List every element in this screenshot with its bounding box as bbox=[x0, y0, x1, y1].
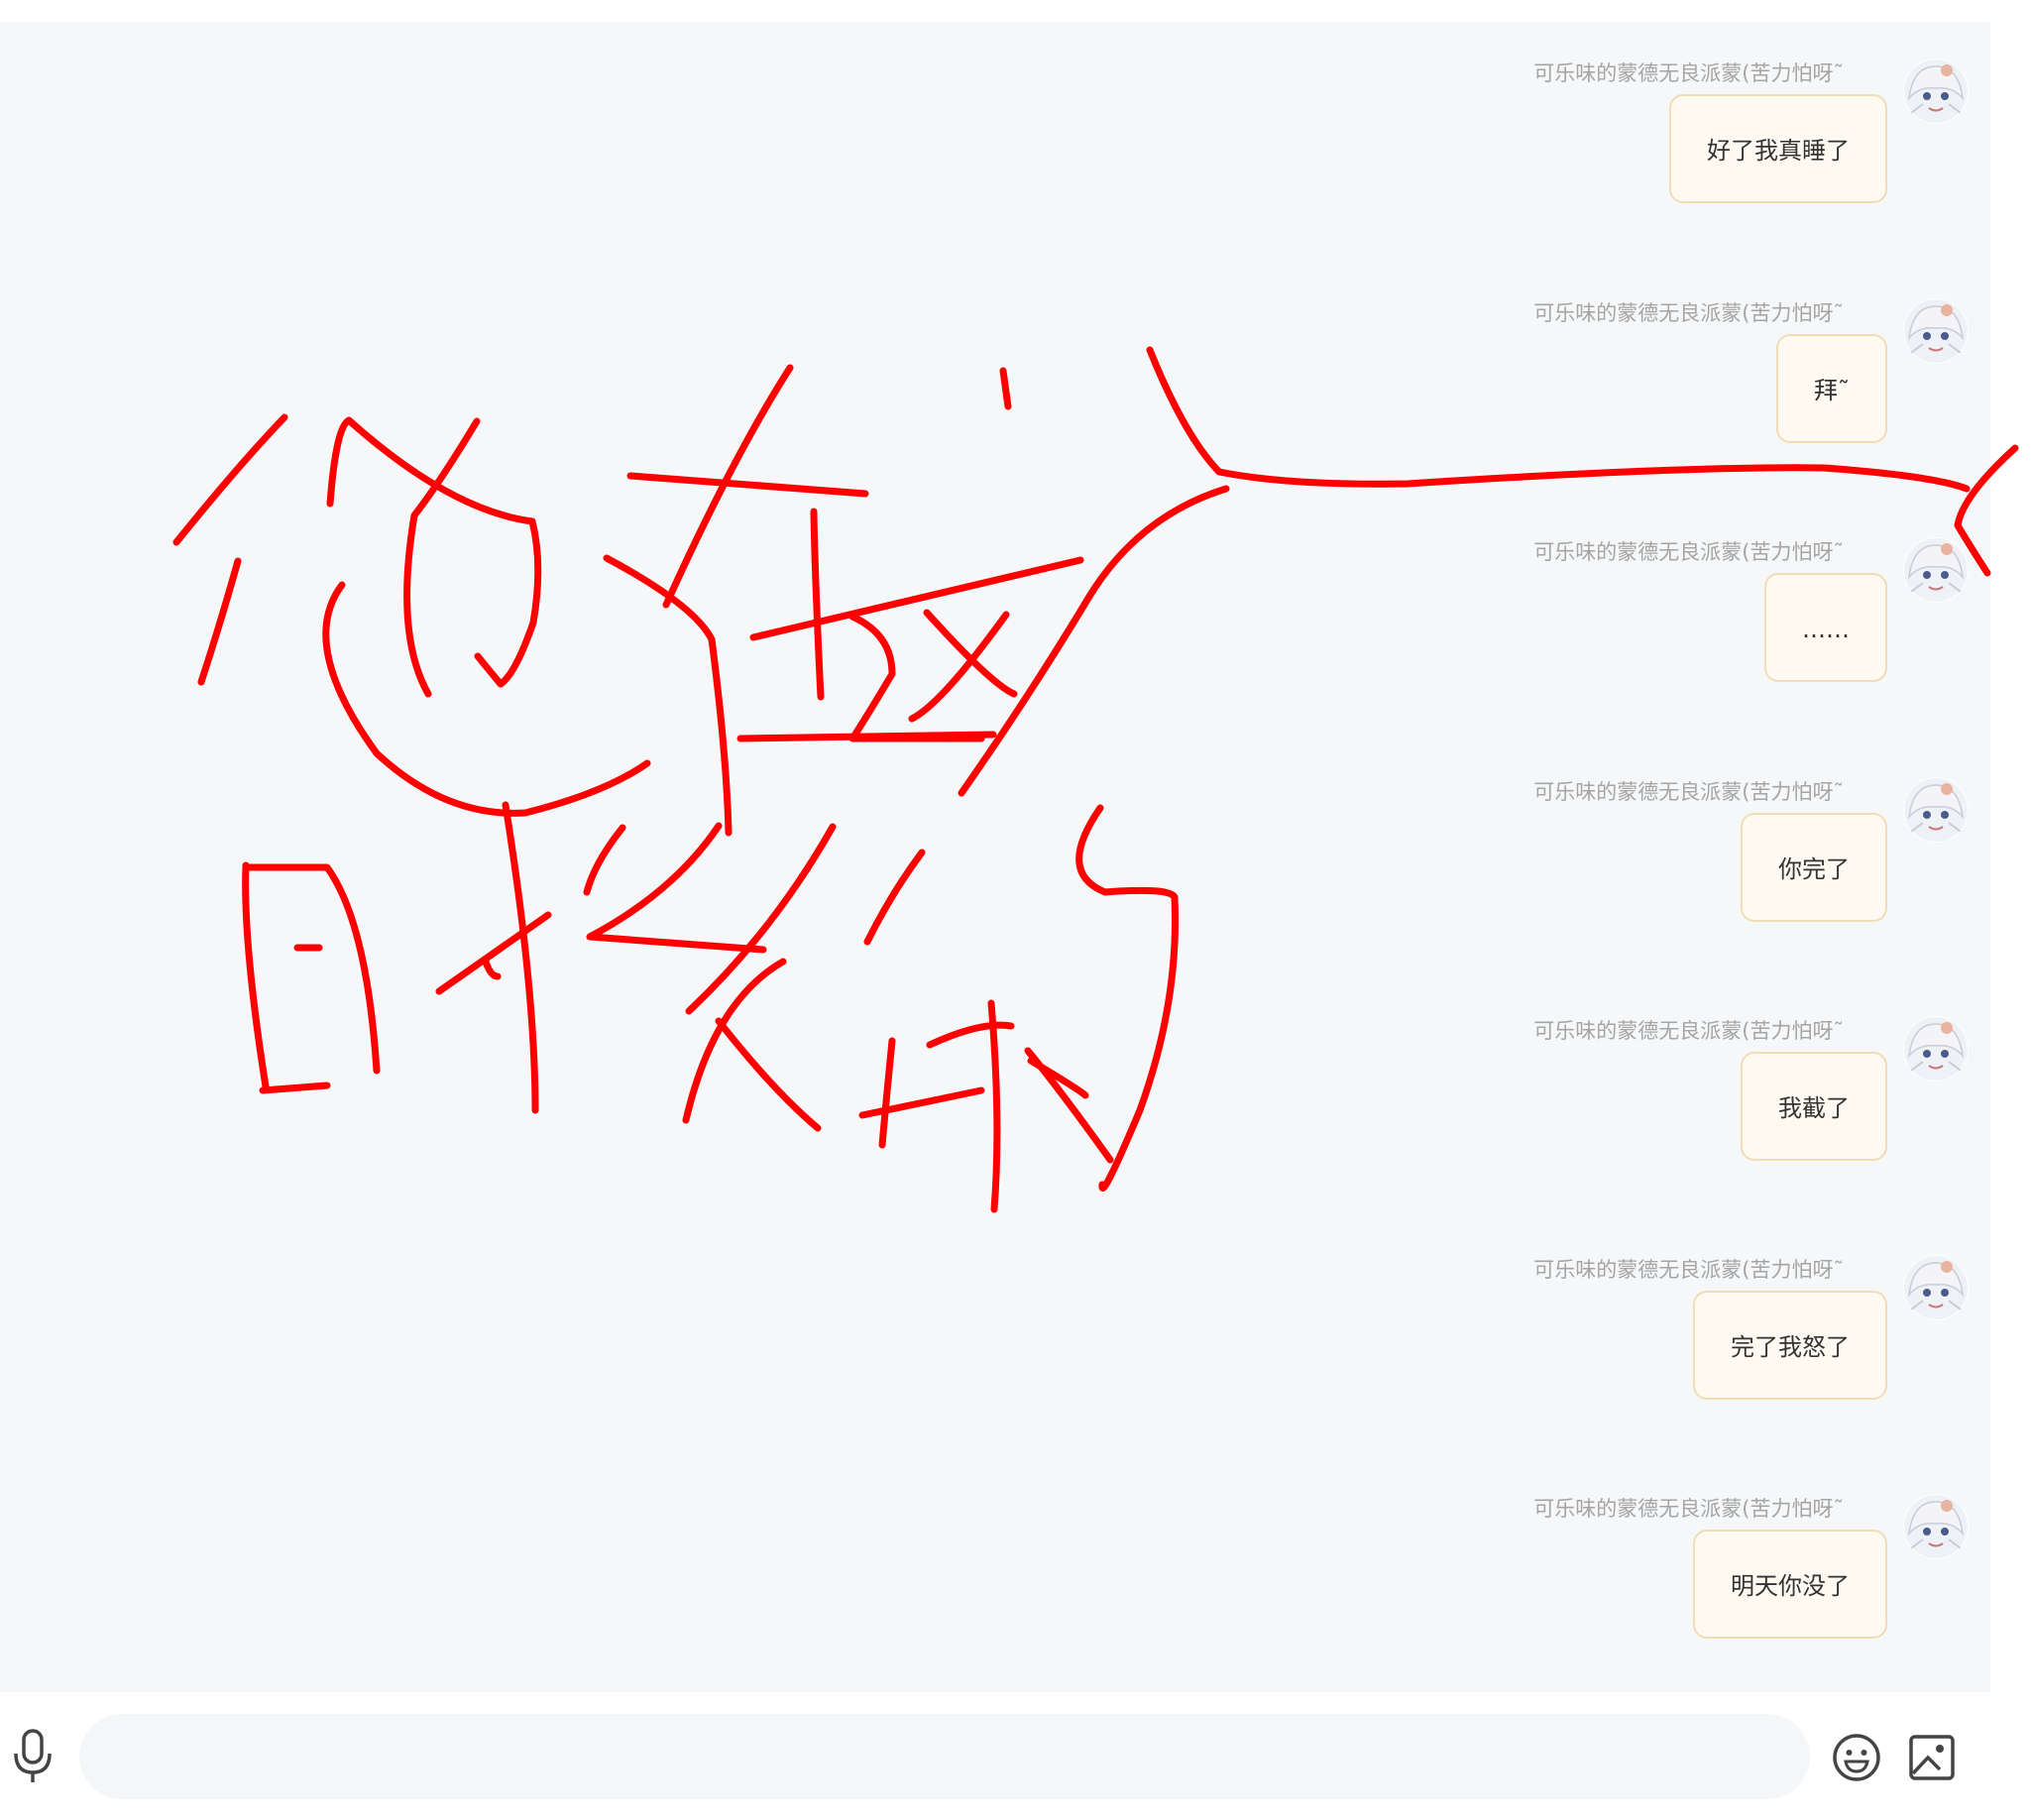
message-bubble[interactable]: 拜˜ bbox=[1776, 334, 1887, 443]
message-row: 可乐味的蒙德无良派蒙(苦力怕呀˜ 好了我真睡了 bbox=[0, 57, 1990, 294]
sender-name: 可乐味的蒙德无良派蒙(苦力怕呀˜ bbox=[1533, 301, 1844, 325]
message-row: 可乐味的蒙德无良派蒙(苦力怕呀˜ 你完了 bbox=[0, 775, 1990, 1013]
sender-name: 可乐味的蒙德无良派蒙(苦力怕呀˜ bbox=[1533, 1019, 1844, 1043]
avatar[interactable] bbox=[1903, 777, 1969, 843]
message-bubble[interactable]: 我截了 bbox=[1741, 1052, 1887, 1161]
sender-name: 可乐味的蒙德无良派蒙(苦力怕呀˜ bbox=[1533, 1497, 1844, 1521]
message-row: 可乐味的蒙德无良派蒙(苦力怕呀˜ 拜˜ bbox=[0, 296, 1990, 534]
message-input[interactable] bbox=[79, 1714, 1810, 1799]
avatar[interactable] bbox=[1903, 1016, 1969, 1081]
message-row: 可乐味的蒙德无良派蒙(苦力怕呀˜ 完了我怒了 bbox=[0, 1253, 1990, 1491]
message-bubble[interactable]: 你完了 bbox=[1741, 813, 1887, 922]
input-bar bbox=[0, 1692, 2031, 1820]
avatar[interactable] bbox=[1903, 298, 1969, 364]
message-bubble[interactable]: 好了我真睡了 bbox=[1669, 94, 1887, 203]
message-row: 可乐味的蒙德无良派蒙(苦力怕呀˜ …… bbox=[0, 535, 1990, 773]
sender-name: 可乐味的蒙德无良派蒙(苦力怕呀˜ bbox=[1533, 61, 1844, 85]
sender-name: 可乐味的蒙德无良派蒙(苦力怕呀˜ bbox=[1533, 540, 1844, 564]
message-bubble[interactable]: 完了我怒了 bbox=[1693, 1291, 1887, 1400]
sender-name: 可乐味的蒙德无良派蒙(苦力怕呀˜ bbox=[1533, 1258, 1844, 1282]
message-bubble[interactable]: 明天你没了 bbox=[1693, 1530, 1887, 1639]
message-row: 可乐味的蒙德无良派蒙(苦力怕呀˜ 我截了 bbox=[0, 1014, 1990, 1252]
sender-name: 可乐味的蒙德无良派蒙(苦力怕呀˜ bbox=[1533, 780, 1844, 804]
avatar[interactable] bbox=[1903, 537, 1969, 603]
avatar[interactable] bbox=[1903, 58, 1969, 124]
message-bubble[interactable]: …… bbox=[1764, 573, 1887, 682]
emoji-icon[interactable] bbox=[1831, 1732, 1882, 1783]
image-icon[interactable] bbox=[1906, 1732, 1958, 1783]
avatar[interactable] bbox=[1903, 1255, 1969, 1320]
microphone-icon[interactable] bbox=[10, 1728, 56, 1785]
avatar[interactable] bbox=[1903, 1494, 1969, 1559]
chat-message-area[interactable]: 可乐味的蒙德无良派蒙(苦力怕呀˜ 好了我真睡了 可乐味的蒙德无良派蒙(苦力怕呀˜… bbox=[0, 22, 1990, 1692]
